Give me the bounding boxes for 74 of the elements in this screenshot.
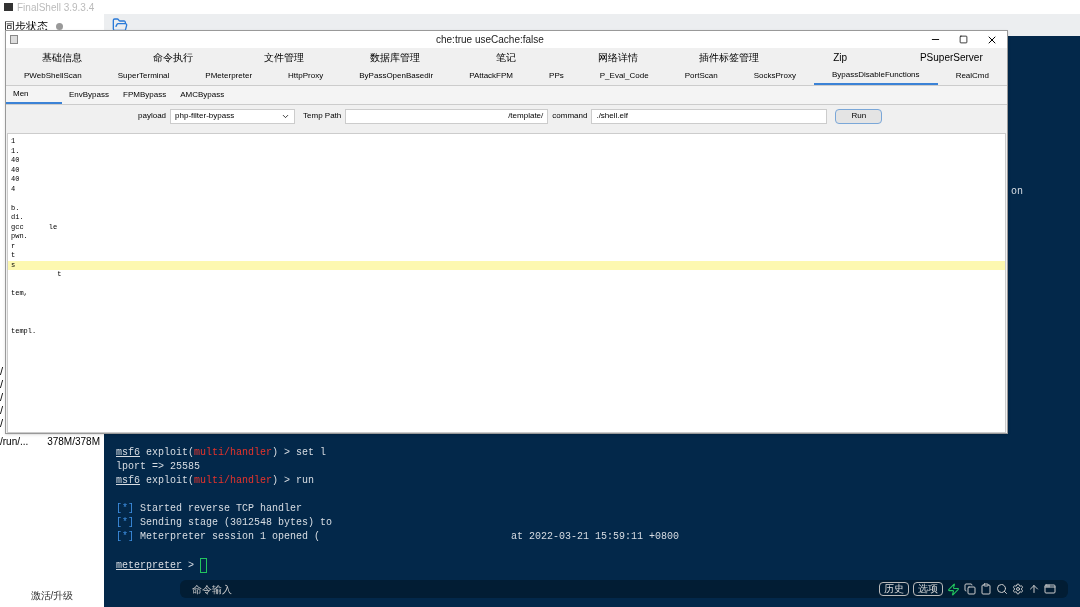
path-fragment: / — [0, 364, 5, 378]
timestamp-text: at 2022-03-21 15:59:11 +0800 — [511, 530, 680, 542]
terminal-text: exploit( — [145, 446, 195, 458]
payload-label: payload — [138, 110, 167, 122]
info-marker: [*] — [116, 502, 134, 514]
sub-tab[interactable]: AMCBypass — [173, 86, 232, 104]
path-fragment: / — [0, 403, 5, 417]
dialog-icon — [10, 35, 18, 44]
temp-path-field[interactable]: /template/ — [345, 108, 549, 124]
sub-tab[interactable]: FPMBypass — [116, 86, 174, 104]
tab[interactable]: PSuperServer — [895, 48, 1007, 67]
tab[interactable]: SuperTerminal — [99, 67, 188, 85]
command-field[interactable]: ./shell.elf — [591, 108, 828, 124]
tab[interactable]: 笔记 — [450, 48, 563, 67]
maximize-icon[interactable] — [959, 35, 968, 44]
terminal-text: lport => 25585 — [116, 460, 200, 472]
lightning-icon[interactable] — [947, 582, 960, 596]
disk-usage: 378M/378M — [47, 434, 100, 449]
temp-path-label: Temp Path — [303, 110, 342, 122]
module-text: multi/handler — [194, 474, 273, 486]
sub-tab[interactable]: EnvBypass — [62, 86, 117, 104]
tab[interactable]: PPs — [531, 67, 582, 85]
path-fragment: / — [0, 390, 5, 404]
search-icon[interactable] — [996, 583, 1008, 595]
terminal-text: Sending stage (3012548 bytes) to — [139, 516, 333, 528]
prompt-text: msf6 — [116, 446, 140, 458]
tab[interactable]: P_Eval_Code — [581, 67, 667, 85]
terminal-text: exploit( — [145, 474, 195, 486]
tab[interactable]: PMeterpreter — [187, 67, 271, 85]
tab[interactable]: 命令执行 — [117, 48, 229, 67]
tab[interactable]: SocksProxy — [735, 67, 814, 85]
terminal-text: ) > run — [272, 474, 315, 486]
tab[interactable]: Zip — [784, 48, 896, 67]
sub-tab[interactable]: Men — [6, 86, 62, 104]
tab[interactable]: PWebShellScan — [6, 67, 100, 85]
path-fragment: / — [0, 416, 5, 430]
tab[interactable]: 网络详情 — [562, 48, 674, 67]
dialog-title: che:true useCache:false — [436, 33, 544, 47]
tab[interactable]: PortScan — [666, 67, 736, 85]
info-marker: [*] — [116, 516, 134, 528]
module-text: multi/handler — [194, 446, 273, 458]
tab[interactable]: ByPassOpenBasedir — [341, 67, 452, 85]
tab[interactable]: 文件管理 — [228, 48, 340, 67]
arrow-up-icon[interactable] — [1028, 583, 1040, 595]
path-fragment: / — [0, 377, 5, 391]
terminal-text: on — [1011, 185, 1024, 199]
tab[interactable]: 数据库管理 — [339, 48, 451, 67]
command-bar-button[interactable]: 选项 — [913, 582, 943, 596]
prompt-text: msf6 — [116, 474, 140, 486]
terminal-text: Started reverse TCP handler — [139, 502, 303, 514]
window-icon[interactable] — [1044, 583, 1056, 595]
payload-select[interactable]: php-filter-bypass — [170, 108, 296, 124]
app-title: FinalShell 3.9.3.4 — [17, 0, 95, 15]
run-button[interactable]: Run — [835, 108, 883, 124]
tab[interactable]: RealCmd — [937, 67, 1007, 85]
folder-icon[interactable] — [112, 17, 128, 33]
disk-path: /run/... — [0, 434, 29, 449]
terminal-text: > — [187, 560, 195, 571]
terminal-text: Meterpreter session 1 opened ( — [139, 530, 321, 542]
settings-icon[interactable] — [1012, 583, 1024, 595]
command-bar-button[interactable]: 历史 — [879, 582, 909, 596]
command-input[interactable]: 命令输入 — [192, 581, 875, 597]
terminal-text: ) > set l — [272, 446, 327, 458]
tab[interactable]: 插件标签管理 — [673, 48, 785, 67]
terminal-cursor — [200, 557, 208, 573]
info-marker: [*] — [116, 530, 134, 542]
command-label: command — [552, 110, 588, 122]
copy-icon[interactable] — [964, 583, 976, 595]
tab[interactable]: PAttackFPM — [451, 67, 532, 85]
tab[interactable]: HttpProxy — [270, 67, 342, 85]
tab[interactable]: 基础信息 — [6, 48, 118, 67]
activate-link[interactable]: 激活/升级 — [0, 588, 104, 607]
paste-icon[interactable] — [980, 583, 992, 595]
prompt-text: meterpreter — [116, 560, 182, 571]
